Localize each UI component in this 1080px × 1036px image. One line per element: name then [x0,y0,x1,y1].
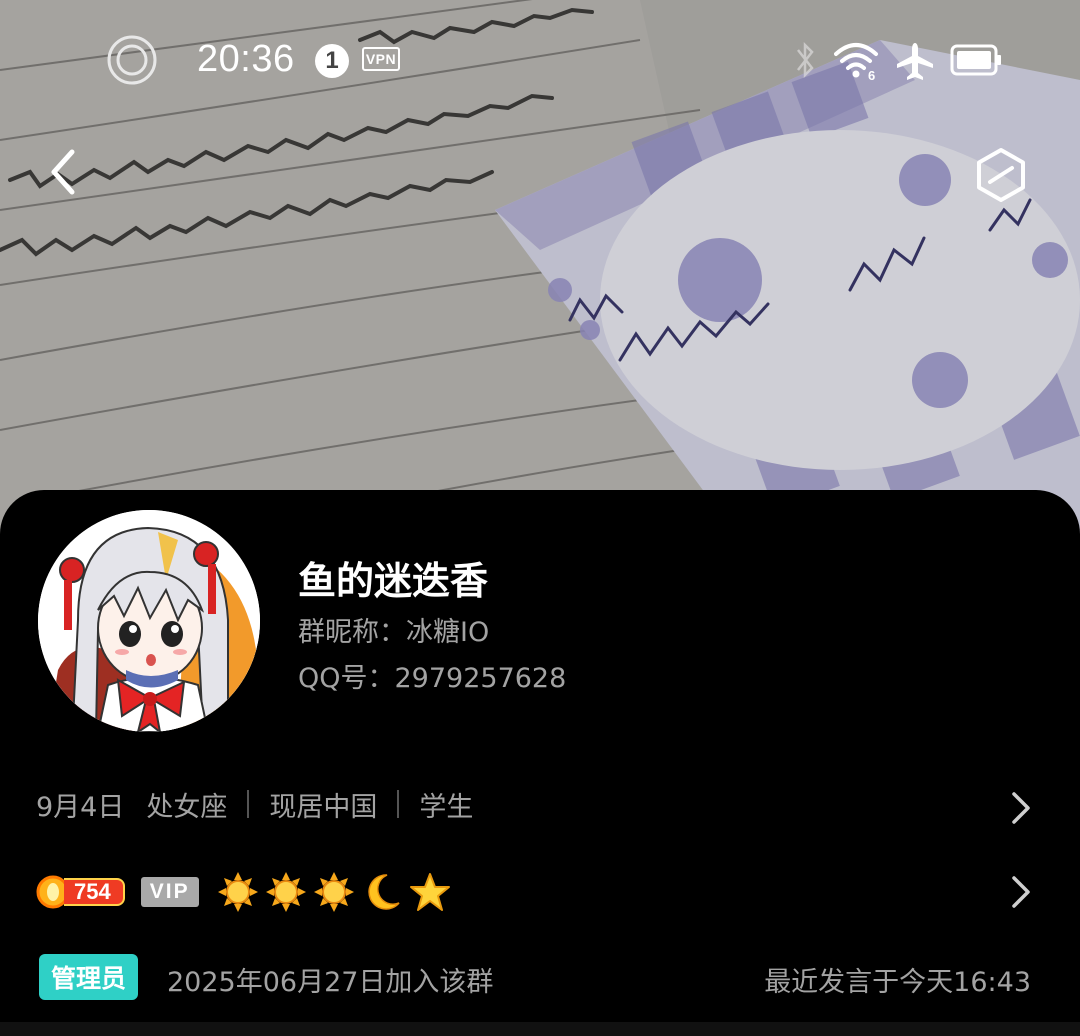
personal-info-row[interactable]: 9月4日 处女座 现居中国 学生 [36,782,473,826]
cover-photo: 20:36 1 VPN 6 [0,0,1080,540]
sun-icon [217,872,258,912]
focus-ring-icon [107,35,157,85]
admin-role-tag: 管理员 [39,954,139,1000]
occupation: 学生 [419,791,474,823]
bottom-divider [0,1022,1080,1036]
profile-name: 鱼的迷迭香 [298,559,489,603]
divider [247,790,250,818]
profile-card: 鱼的迷迭香 群昵称：冰糖IO QQ号：2979257628 9月4日 处女座 现… [0,490,1080,1036]
wifi-icon: 6 [834,43,878,82]
group-membership-row: 管理员 2025年06月27日加入该群 最近发言于今天16:43 [39,954,1039,1002]
star-icon [409,873,450,911]
join-date: 2025年06月27日加入该群 [167,967,494,998]
battery-icon [950,44,1001,76]
location: 现居中国 [269,791,378,823]
back-arrow-icon[interactable] [34,140,98,204]
bluetooth-icon [797,41,814,79]
chevron-right-icon[interactable] [1008,788,1034,828]
wifi-generation-label: 6 [868,68,875,82]
vip-badge: VIP [140,877,199,907]
chevron-right-icon[interactable] [1008,872,1034,912]
zodiac: 处女座 [146,791,228,823]
qq-level-icons [217,871,451,913]
airplane-icon [897,43,933,80]
badges-row[interactable]: 754 VIP [36,870,451,914]
group-nickname: 群昵称：冰糖IO [298,617,490,648]
last-spoke-time: 最近发言于今天16:43 [764,967,1031,998]
status-bar: 20:36 1 VPN 6 [0,30,1080,94]
status-time: 20:36 [197,38,295,80]
moon-icon [368,874,400,910]
avatar[interactable] [38,510,260,732]
vpn-icon: VPN [362,47,400,71]
anime-girl-avatar-image [38,510,260,732]
level-badge: 754 [36,875,125,909]
sun-icon [313,872,354,912]
notification-count-badge: 1 [315,44,349,78]
level-number: 754 [64,878,125,906]
birthday: 9月4日 [36,791,125,823]
qq-number: QQ号：2979257628 [298,663,567,694]
sun-icon [265,872,306,912]
more-options-hexagon-icon[interactable] [970,144,1032,206]
divider [397,790,400,818]
